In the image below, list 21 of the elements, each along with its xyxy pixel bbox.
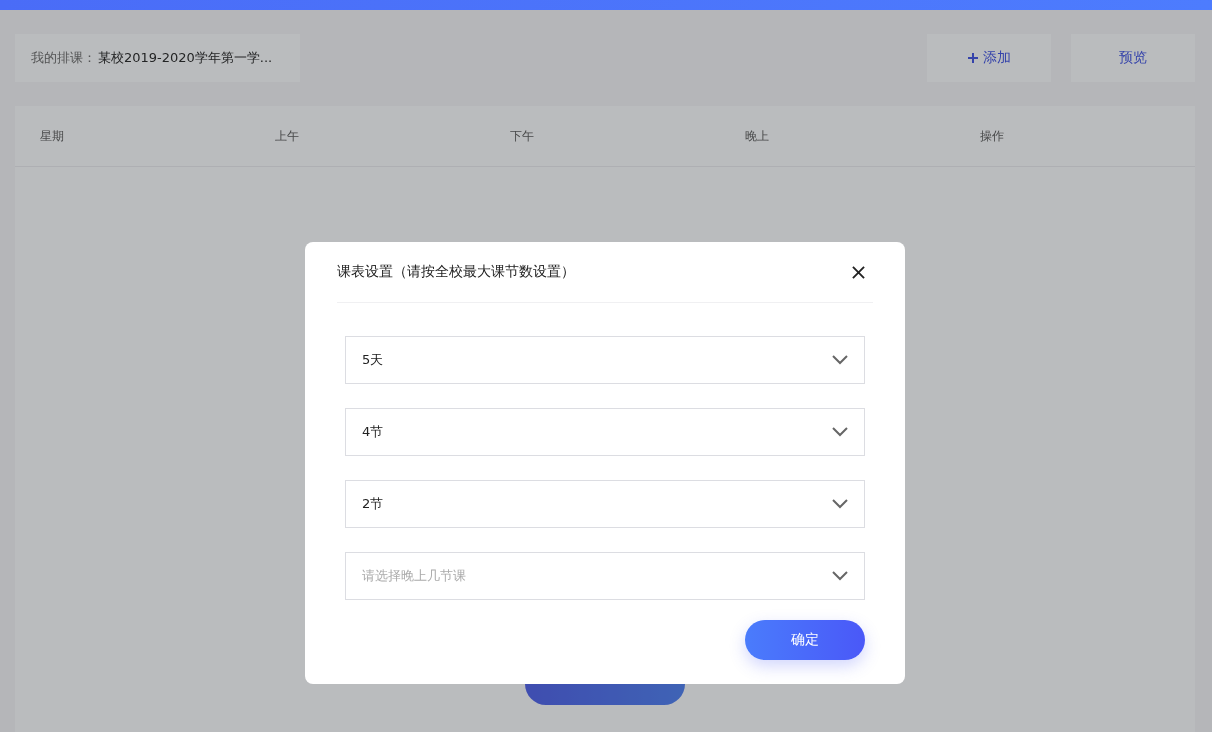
select-field[interactable]: 5天 bbox=[345, 336, 865, 384]
column-header: 操作 bbox=[980, 127, 1005, 145]
chevron-down-icon bbox=[832, 571, 848, 581]
select-field[interactable]: 2节 bbox=[345, 480, 865, 528]
column-header: 上午 bbox=[275, 127, 300, 145]
select-field[interactable]: 4节 bbox=[345, 408, 865, 456]
close-icon[interactable] bbox=[852, 265, 865, 279]
schedule-name: 某校2019-2020学年第一学... bbox=[98, 49, 273, 67]
chevron-down-icon bbox=[832, 499, 848, 509]
column-header: 晚上 bbox=[745, 127, 770, 145]
column-header: 星期 bbox=[40, 127, 65, 145]
chevron-down-icon bbox=[832, 355, 848, 365]
confirm-button[interactable]: 确定 bbox=[745, 620, 865, 660]
chevron-down-icon bbox=[832, 427, 848, 437]
plus-icon bbox=[967, 52, 979, 64]
preview-button[interactable]: 预览 bbox=[1071, 34, 1195, 82]
schedule-label: 我的排课： bbox=[31, 49, 96, 67]
select-field[interactable]: 请选择晚上几节课 bbox=[345, 552, 865, 600]
dialog-title: 课表设置（请按全校最大课节数设置） bbox=[337, 263, 575, 281]
add-button[interactable]: 添加 bbox=[927, 34, 1051, 82]
column-header: 下午 bbox=[510, 127, 535, 145]
